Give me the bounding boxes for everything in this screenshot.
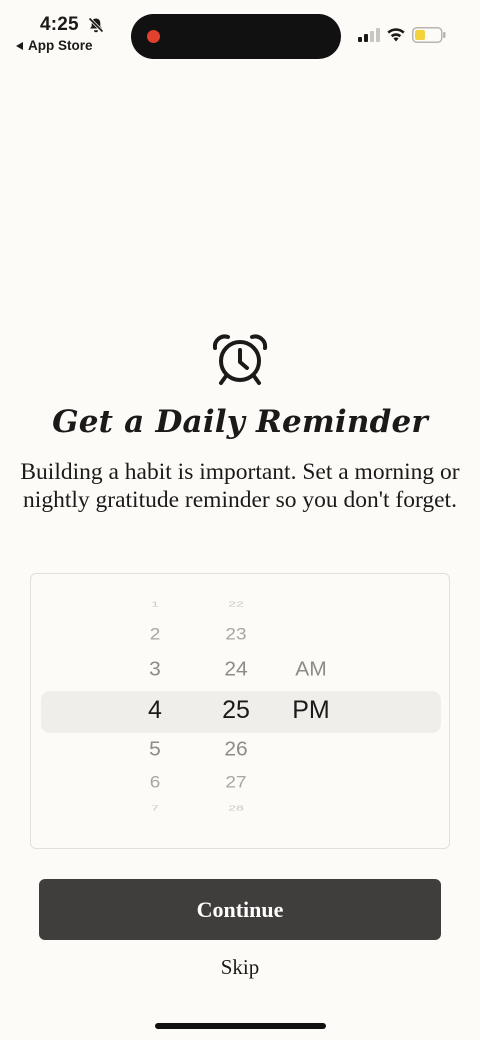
hour-option[interactable]: 2: [115, 626, 195, 645]
minute-option[interactable]: 23: [196, 626, 276, 645]
status-bar: 4:25 App Store: [0, 0, 480, 64]
minute-wheel[interactable]: 22 23 24 25 26 27 28: [196, 574, 276, 848]
time-picker[interactable]: 1234567 22 23 24 25 26 27 28 AM PM: [30, 573, 450, 849]
minute-option[interactable]: 26: [196, 739, 276, 762]
page-subtitle: Building a habit is important. Set a mor…: [20, 459, 460, 513]
continue-button[interactable]: Continue: [39, 879, 441, 940]
back-to-app-store[interactable]: App Store: [16, 38, 93, 53]
hour-option[interactable]: 5: [115, 739, 195, 762]
hour-wheel[interactable]: 1 2 3 4 5 6 7: [115, 574, 195, 848]
recording-indicator-icon: [147, 30, 160, 43]
page-title: Get a Daily Reminder: [52, 404, 428, 440]
minute-option[interactable]: 22: [196, 600, 276, 609]
bell-slash-icon: [88, 17, 104, 33]
dynamic-island: [131, 14, 341, 59]
minute-option[interactable]: 24: [196, 659, 276, 682]
hour-option[interactable]: 1: [115, 600, 195, 609]
home-indicator: [155, 1023, 326, 1029]
wifi-icon: [387, 28, 405, 42]
back-triangle-icon: [16, 41, 23, 50]
period-wheel[interactable]: AM PM: [271, 574, 351, 848]
back-app-label: App Store: [28, 38, 93, 53]
alarm-clock-icon: [212, 334, 268, 385]
minute-selected[interactable]: 25: [196, 696, 276, 725]
hour-option[interactable]: 6: [115, 774, 195, 793]
period-option[interactable]: AM: [271, 659, 351, 682]
period-selected[interactable]: PM: [271, 696, 351, 725]
skip-button[interactable]: Skip: [190, 955, 290, 980]
hour-option[interactable]: 7: [115, 804, 195, 813]
minute-option[interactable]: 28: [196, 804, 276, 813]
minute-option[interactable]: 27: [196, 774, 276, 793]
battery-icon: [412, 27, 446, 43]
cellular-signal-icon: [358, 28, 380, 42]
hour-selected[interactable]: 4: [115, 696, 195, 725]
hour-option[interactable]: 3: [115, 659, 195, 682]
status-time: 4:25: [40, 14, 79, 35]
